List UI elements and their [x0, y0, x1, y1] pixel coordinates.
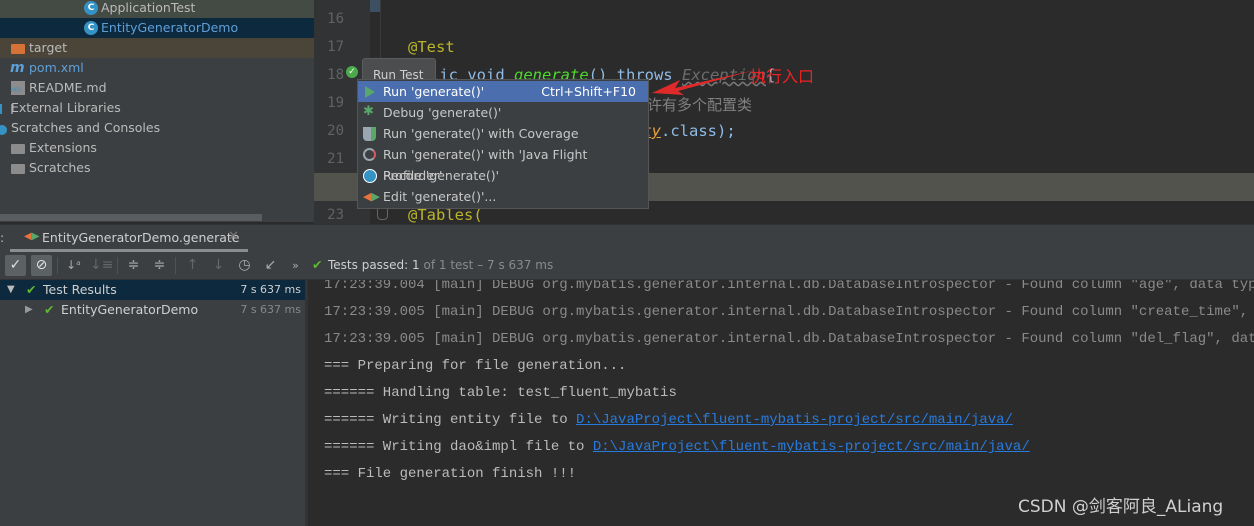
folder-excluded-icon — [11, 44, 25, 54]
edit-config-icon: ◀▶ — [363, 190, 380, 203]
expand-arrow-icon[interactable]: ▶ — [25, 300, 33, 320]
menu-item-debug[interactable]: ✱ Debug 'generate()' — [358, 102, 648, 123]
menu-item-coverage[interactable]: Run 'generate()' with Coverage — [358, 123, 648, 144]
next-failed-icon[interactable]: ↓ — [208, 255, 229, 276]
code-line-17: @Test — [408, 38, 455, 56]
run-test-gutter-icon[interactable]: ✓ — [346, 66, 358, 78]
tree-item-application-test[interactable]: C ApplicationTest — [0, 0, 314, 18]
fold-marker — [370, 0, 380, 12]
show-ignored-icon[interactable]: ⊘ — [31, 255, 52, 276]
console-line: ====== Writing entity file to D:\JavaPro… — [324, 412, 1013, 428]
fold-icon[interactable] — [377, 208, 388, 220]
run-icon — [365, 86, 375, 98]
tree-item-entity-generator-demo[interactable]: C EntityGeneratorDemo — [0, 18, 314, 38]
line-number: 17 — [327, 39, 344, 55]
output-path-link[interactable]: D:\JavaProject\fluent-mybatis-project/sr… — [576, 412, 1013, 428]
show-passed-icon[interactable]: ✓ — [5, 255, 26, 276]
project-tree: C ApplicationTest C EntityGeneratorDemo … — [0, 0, 314, 222]
line-number: 20 — [327, 123, 344, 139]
line-number: 18 — [327, 67, 344, 83]
close-tab-icon[interactable]: ✕ — [228, 229, 239, 244]
annotation-label: 执行入口 — [750, 67, 815, 86]
test-results-tree: ▼ ✔ Test Results 7 s 637 ms ▶ ✔ EntityGe… — [0, 280, 305, 526]
tree-item-pom[interactable]: m pom.xml — [0, 58, 314, 78]
tree-item-target[interactable]: target — [0, 38, 314, 58]
run-config-icon: ◀▶ — [24, 231, 40, 242]
horizontal-scrollbar[interactable] — [0, 214, 262, 221]
run-context-menu: Run 'generate()' Ctrl+Shift+F10 ✱ Debug … — [357, 79, 649, 209]
console-line: 17:23:39.005 [main] DEBUG org.mybatis.ge… — [324, 331, 1254, 347]
sort-by-duration-icon[interactable]: ↓≡ — [90, 255, 113, 276]
collapse-arrow-icon[interactable]: ▼ — [7, 280, 15, 300]
folder-icon — [11, 164, 25, 174]
markdown-icon: MD — [11, 81, 25, 95]
passed-icon: ✔ — [26, 282, 37, 297]
profile-icon — [363, 169, 377, 183]
menu-item-profile[interactable]: Profile 'generate()' — [358, 165, 648, 186]
expand-all-icon[interactable]: ≑ — [123, 255, 144, 276]
test-results-root[interactable]: ▼ ✔ Test Results 7 s 637 ms — [0, 280, 305, 300]
tree-item-external-libraries[interactable]: External Libraries — [0, 98, 314, 118]
console-line: === Preparing for file generation... — [324, 358, 627, 374]
line-number: 23 — [327, 207, 344, 223]
console-line: 17:23:39.004 [main] DEBUG org.mybatis.ge… — [324, 280, 1254, 293]
output-path-link[interactable]: D:\JavaProject\fluent-mybatis-project/sr… — [593, 439, 1030, 455]
tree-item-readme[interactable]: MD README.md — [0, 78, 314, 98]
scratches-icon — [0, 125, 7, 135]
profiler-icon — [363, 148, 376, 161]
line-number: 21 — [327, 151, 344, 167]
coverage-icon — [363, 127, 376, 141]
toolbar-separator — [117, 257, 118, 274]
line-number: 16 — [327, 11, 344, 27]
maven-icon: m — [10, 60, 25, 76]
console-line: 17:23:39.005 [main] DEBUG org.mybatis.ge… — [324, 304, 1254, 320]
console-line: ====== Writing dao&impl file to D:\JavaP… — [324, 439, 1030, 455]
import-tests-icon[interactable]: ↙ — [260, 255, 281, 276]
menu-item-edit[interactable]: ◀▶ Edit 'generate()'... — [358, 186, 648, 207]
console-output[interactable]: 17:23:39.004 [main] DEBUG org.mybatis.ge… — [308, 280, 1254, 526]
sort-alphabetically-icon[interactable]: ↓ᵃ — [63, 255, 84, 276]
test-node-entity-generator-demo[interactable]: ▶ ✔ EntityGeneratorDemo 7 s 637 ms — [0, 300, 305, 320]
passed-icon: ✔ — [44, 302, 55, 317]
console-line: ====== Handling table: test_fluent_mybat… — [324, 385, 677, 401]
tests-passed-icon: ✔ — [312, 257, 323, 272]
test-history-icon[interactable]: ◷ — [234, 255, 255, 276]
menu-item-flight-recorder[interactable]: Run 'generate()' with 'Java Flight Recor… — [358, 144, 648, 183]
test-status: Tests passed: 1 of 1 test – 7 s 637 ms — [328, 258, 554, 272]
previous-failed-icon[interactable]: ↑ — [182, 255, 203, 276]
java-class-icon: C — [84, 21, 98, 35]
folder-icon — [11, 144, 25, 154]
tree-item-scratches[interactable]: Scratches — [0, 158, 314, 178]
test-toolbar: ✓ ⊘ ↓ᵃ ↓≡ ≑ ≑ ↑ ↓ ◷ ↙ » ✔ Tests passed: … — [0, 252, 1254, 280]
watermark: CSDN @剑客阿良_ALiang — [1018, 497, 1224, 517]
more-actions-icon[interactable]: » — [285, 255, 306, 276]
toolbar-separator — [57, 257, 58, 274]
debug-icon: ✱ — [363, 104, 374, 119]
toolbar-separator — [175, 257, 176, 274]
line-number: 19 — [327, 95, 344, 111]
java-class-icon: C — [84, 1, 98, 15]
menu-item-run[interactable]: Run 'generate()' Ctrl+Shift+F10 — [358, 81, 648, 102]
console-line: === File generation finish !!! — [324, 466, 577, 482]
annotation-arrow — [652, 70, 755, 95]
collapse-all-icon[interactable]: ≑ — [149, 255, 170, 276]
tree-item-scratches-consoles[interactable]: Scratches and Consoles — [0, 118, 314, 138]
tree-item-extensions[interactable]: Extensions — [0, 138, 314, 158]
panel-label-colon: : — [0, 230, 5, 245]
